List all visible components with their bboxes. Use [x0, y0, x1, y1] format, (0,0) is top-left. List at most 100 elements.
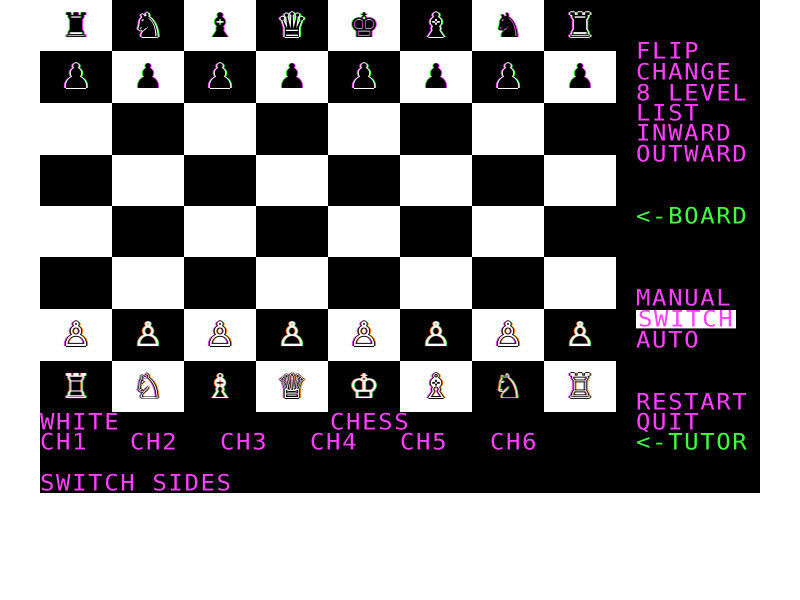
square-g2[interactable]: ♙	[472, 309, 544, 361]
square-f2[interactable]: ♙	[400, 309, 472, 361]
square-d3[interactable]	[256, 257, 328, 309]
white-pawn-icon[interactable]: ♙	[565, 318, 595, 352]
square-e5[interactable]	[328, 155, 400, 206]
square-h4[interactable]	[544, 206, 616, 257]
menu-outward[interactable]: OUTWARD	[636, 143, 748, 165]
menu-board[interactable]: <-BOARD	[636, 205, 748, 227]
square-d1[interactable]: ♕	[256, 361, 328, 412]
black-rook-icon[interactable]: ♜	[565, 9, 595, 43]
square-f3[interactable]	[400, 257, 472, 309]
white-pawn-icon[interactable]: ♙	[61, 318, 91, 352]
black-bishop-icon[interactable]: ♝	[205, 9, 235, 43]
square-b2[interactable]: ♙	[112, 309, 184, 361]
square-e4[interactable]	[328, 206, 400, 257]
square-c8[interactable]: ♝	[184, 0, 256, 51]
square-b5[interactable]	[112, 155, 184, 206]
square-a1[interactable]: ♖	[40, 361, 112, 412]
white-rook-icon[interactable]: ♖	[61, 370, 91, 404]
square-g1[interactable]: ♘	[472, 361, 544, 412]
channel-1[interactable]: CH1	[40, 431, 88, 453]
black-pawn-icon[interactable]: ♟	[493, 60, 523, 94]
square-a4[interactable]	[40, 206, 112, 257]
square-f5[interactable]	[400, 155, 472, 206]
square-c2[interactable]: ♙	[184, 309, 256, 361]
channel-6[interactable]: CH6	[490, 431, 538, 453]
square-g4[interactable]	[472, 206, 544, 257]
square-h6[interactable]	[544, 103, 616, 155]
menu-change[interactable]: CHANGE	[636, 61, 732, 83]
square-h1[interactable]: ♖	[544, 361, 616, 412]
black-knight-icon[interactable]: ♞	[133, 9, 163, 43]
square-a8[interactable]: ♜	[40, 0, 112, 51]
chess-board[interactable]: ♜ ♞ ♝ ♛ ♚ ♝ ♞ ♜ ♟ ♟ ♟ ♟ ♟ ♟ ♟ ♟ ♙ ♙ ♙ ♙ ♙ ♙ ♙ ♙ ♖ ♘ ♗ ♕ ♔ ♗ ♘ ♖	[40, 0, 616, 412]
square-c3[interactable]	[184, 257, 256, 309]
square-f6[interactable]	[400, 103, 472, 155]
black-queen-icon[interactable]: ♛	[277, 9, 307, 43]
channel-4[interactable]: CH4	[310, 431, 358, 453]
black-pawn-icon[interactable]: ♟	[421, 60, 451, 94]
black-pawn-icon[interactable]: ♟	[565, 60, 595, 94]
black-pawn-icon[interactable]: ♟	[277, 60, 307, 94]
square-b4[interactable]	[112, 206, 184, 257]
white-king-icon[interactable]: ♔	[349, 370, 379, 404]
square-d2[interactable]: ♙	[256, 309, 328, 361]
square-h5[interactable]	[544, 155, 616, 206]
square-g3[interactable]	[472, 257, 544, 309]
square-c7[interactable]: ♟	[184, 51, 256, 103]
square-g7[interactable]: ♟	[472, 51, 544, 103]
white-pawn-icon[interactable]: ♙	[493, 318, 523, 352]
channel-3[interactable]: CH3	[220, 431, 268, 453]
white-knight-icon[interactable]: ♘	[493, 370, 523, 404]
black-knight-icon[interactable]: ♞	[493, 9, 523, 43]
square-e7[interactable]: ♟	[328, 51, 400, 103]
menu-inward[interactable]: INWARD	[636, 122, 732, 144]
white-pawn-icon[interactable]: ♙	[277, 318, 307, 352]
square-d7[interactable]: ♟	[256, 51, 328, 103]
square-e8[interactable]: ♚	[328, 0, 400, 51]
square-e2[interactable]: ♙	[328, 309, 400, 361]
square-b8[interactable]: ♞	[112, 0, 184, 51]
white-queen-icon[interactable]: ♕	[277, 370, 307, 404]
square-a2[interactable]: ♙	[40, 309, 112, 361]
menu-auto[interactable]: AUTO	[636, 329, 700, 351]
square-f4[interactable]	[400, 206, 472, 257]
menu-flip[interactable]: FLIP	[636, 40, 700, 62]
square-g6[interactable]	[472, 103, 544, 155]
square-h2[interactable]: ♙	[544, 309, 616, 361]
square-c6[interactable]	[184, 103, 256, 155]
square-a5[interactable]	[40, 155, 112, 206]
black-rook-icon[interactable]: ♜	[61, 9, 91, 43]
square-f1[interactable]: ♗	[400, 361, 472, 412]
square-e1[interactable]: ♔	[328, 361, 400, 412]
square-a3[interactable]	[40, 257, 112, 309]
channel-2[interactable]: CH2	[130, 431, 178, 453]
square-d8[interactable]: ♛	[256, 0, 328, 51]
square-d4[interactable]	[256, 206, 328, 257]
menu-tutor[interactable]: <-TUTOR	[636, 431, 748, 453]
square-h8[interactable]: ♜	[544, 0, 616, 51]
square-f7[interactable]: ♟	[400, 51, 472, 103]
black-bishop-icon[interactable]: ♝	[421, 9, 451, 43]
square-g5[interactable]	[472, 155, 544, 206]
white-bishop-icon[interactable]: ♗	[205, 370, 235, 404]
square-f8[interactable]: ♝	[400, 0, 472, 51]
white-pawn-icon[interactable]: ♙	[421, 318, 451, 352]
square-b7[interactable]: ♟	[112, 51, 184, 103]
white-pawn-icon[interactable]: ♙	[349, 318, 379, 352]
square-b6[interactable]	[112, 103, 184, 155]
white-knight-icon[interactable]: ♘	[133, 370, 163, 404]
black-pawn-icon[interactable]: ♟	[133, 60, 163, 94]
square-c4[interactable]	[184, 206, 256, 257]
menu-manual[interactable]: MANUAL	[636, 287, 732, 309]
white-pawn-icon[interactable]: ♙	[205, 318, 235, 352]
square-a6[interactable]	[40, 103, 112, 155]
square-e3[interactable]	[328, 257, 400, 309]
white-bishop-icon[interactable]: ♗	[421, 370, 451, 404]
black-king-icon[interactable]: ♚	[349, 9, 379, 43]
square-b1[interactable]: ♘	[112, 361, 184, 412]
black-pawn-icon[interactable]: ♟	[61, 60, 91, 94]
square-d6[interactable]	[256, 103, 328, 155]
square-d5[interactable]	[256, 155, 328, 206]
square-b3[interactable]	[112, 257, 184, 309]
black-pawn-icon[interactable]: ♟	[349, 60, 379, 94]
